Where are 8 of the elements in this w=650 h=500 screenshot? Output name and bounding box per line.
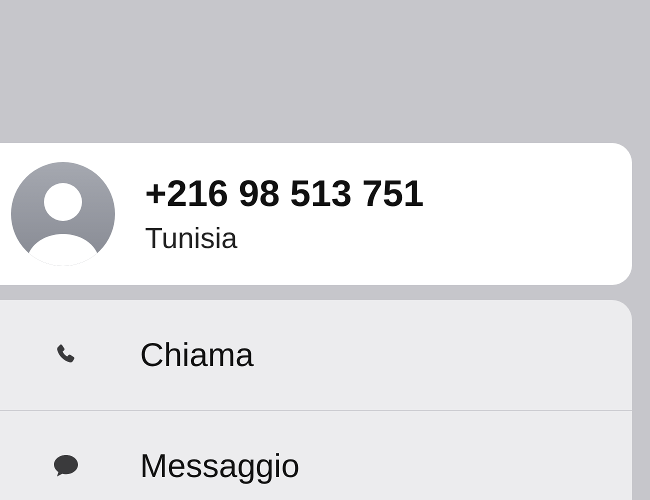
- menu-item-label: Chiama: [140, 336, 254, 374]
- message-menu-item[interactable]: Messaggio: [0, 411, 632, 500]
- menu-item-label: Messaggio: [140, 447, 300, 485]
- phone-number: +216 98 513 751: [145, 172, 424, 214]
- speech-bubble-icon: [52, 453, 80, 479]
- country-label: Tunisia: [145, 222, 238, 256]
- avatar-icon: [11, 162, 115, 266]
- call-menu-item[interactable]: Chiama: [0, 300, 632, 410]
